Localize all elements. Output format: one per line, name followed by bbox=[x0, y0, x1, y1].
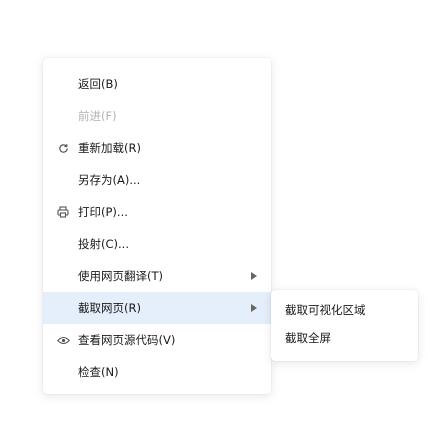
context-menu: 返回(B) 前进(F) 重新加载(R) 另存为(A)... 打印(P)... 投… bbox=[43, 58, 271, 394]
menu-item-cast[interactable]: 投射(C)... bbox=[43, 228, 271, 260]
menu-item-reload[interactable]: 重新加载(R) bbox=[43, 132, 271, 164]
submenu-item-label: 截取可视化区域 bbox=[285, 303, 366, 317]
menu-item-inspect[interactable]: 检查(N) bbox=[43, 356, 271, 388]
menu-item-forward[interactable]: 前进(F) bbox=[43, 100, 271, 132]
menu-item-back[interactable]: 返回(B) bbox=[43, 68, 271, 100]
submenu-item-capture-visible-area[interactable]: 截取可视化区域 bbox=[271, 296, 418, 324]
menu-item-label: 重新加载(R) bbox=[78, 141, 141, 155]
reload-icon bbox=[56, 132, 70, 164]
eye-icon bbox=[56, 324, 70, 356]
menu-item-view-source[interactable]: 查看网页源代码(V) bbox=[43, 324, 271, 356]
capture-submenu: 截取可视化区域 截取全屏 bbox=[271, 290, 418, 361]
menu-item-print[interactable]: 打印(P)... bbox=[43, 196, 271, 228]
canvas: 返回(B) 前进(F) 重新加载(R) 另存为(A)... 打印(P)... 投… bbox=[0, 0, 446, 427]
menu-item-label: 前进(F) bbox=[78, 109, 117, 123]
print-icon bbox=[56, 196, 70, 228]
menu-item-label: 返回(B) bbox=[78, 77, 118, 91]
menu-item-label: 查看网页源代码(V) bbox=[78, 333, 176, 347]
menu-item-label: 打印(P)... bbox=[78, 205, 128, 219]
menu-item-translate[interactable]: 使用网页翻译(T) bbox=[43, 260, 271, 292]
menu-item-label: 使用网页翻译(T) bbox=[78, 269, 163, 283]
submenu-item-capture-full-screen[interactable]: 截取全屏 bbox=[271, 324, 418, 352]
menu-item-label: 另存为(A)... bbox=[78, 173, 141, 187]
submenu-item-label: 截取全屏 bbox=[285, 331, 331, 345]
menu-item-capture-page[interactable]: 截取网页(R) bbox=[43, 292, 271, 324]
menu-item-label: 截取网页(R) bbox=[78, 301, 141, 315]
menu-item-label: 检查(N) bbox=[78, 365, 119, 379]
chevron-right-icon bbox=[251, 260, 257, 292]
menu-item-save-as[interactable]: 另存为(A)... bbox=[43, 164, 271, 196]
menu-item-label: 投射(C)... bbox=[78, 237, 129, 251]
chevron-right-icon bbox=[251, 292, 257, 324]
